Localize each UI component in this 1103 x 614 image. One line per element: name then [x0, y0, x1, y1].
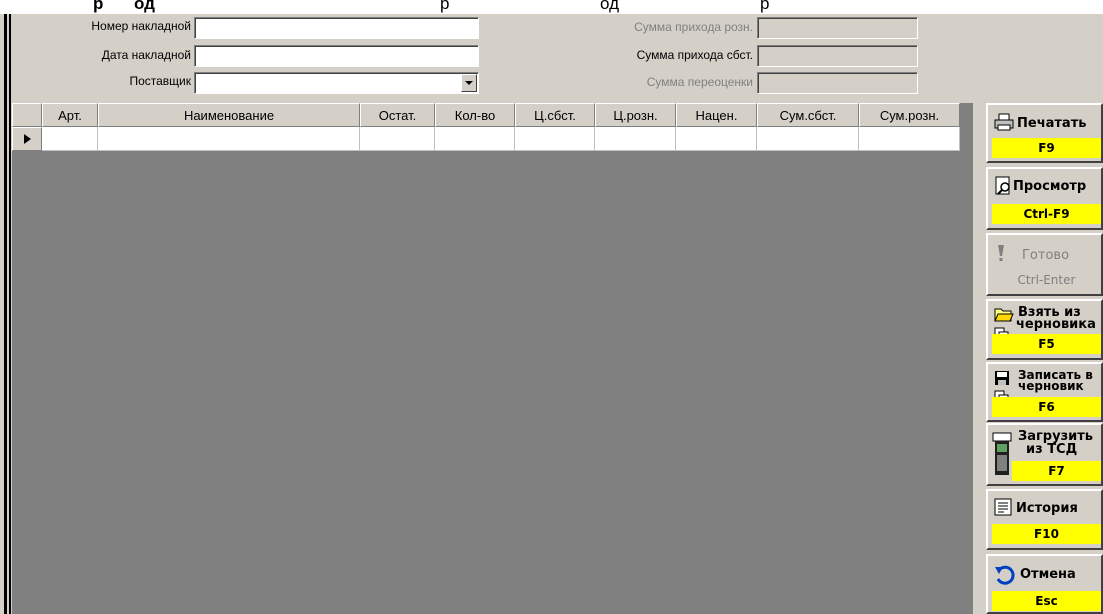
- history-icon: [994, 498, 1012, 516]
- column-header[interactable]: Нацен.: [676, 103, 757, 127]
- grid-cell[interactable]: [360, 127, 435, 151]
- grid-cell[interactable]: [676, 127, 757, 151]
- grid-cell[interactable]: [98, 127, 360, 151]
- done-shortcut: Ctrl-Enter: [992, 270, 1101, 290]
- sum-revaluation-field: [757, 72, 918, 94]
- grid-header: Арт. Наименование Остат. Кол-во Ц.сбст. …: [12, 103, 960, 127]
- load-from-terminal-button[interactable]: Загрузить из ТСД F7: [986, 423, 1103, 486]
- sum-cost-label: Сумма прихода сбст.: [636, 48, 753, 62]
- invoice-number-input[interactable]: [194, 17, 479, 39]
- sum-retail-label: Сумма прихода розн.: [634, 20, 753, 34]
- action-toolbar: Печатать F9 Просмотр Ctrl-F9 Готово Ctrl…: [986, 103, 1103, 614]
- cancel-button[interactable]: Отмена Esc: [986, 554, 1103, 614]
- column-header[interactable]: Наименование: [98, 103, 360, 127]
- load-draft-button[interactable]: Взять из черновика F5: [986, 299, 1103, 360]
- grid-indicator-header: [12, 103, 42, 127]
- preview-button[interactable]: Просмотр Ctrl-F9: [986, 167, 1103, 230]
- column-header[interactable]: Арт.: [42, 103, 98, 127]
- grid-cell[interactable]: [595, 127, 676, 151]
- column-header[interactable]: Ц.сбст.: [515, 103, 595, 127]
- cropped-title-fragment: р: [440, 0, 450, 13]
- current-row-indicator: [12, 127, 42, 151]
- supplier-combobox[interactable]: [194, 72, 479, 94]
- column-header[interactable]: Кол-во: [435, 103, 515, 127]
- row-pointer-icon: [23, 134, 31, 144]
- load-draft-label-line2: черновика: [1016, 317, 1096, 332]
- undo-arrow-icon: [995, 565, 1015, 585]
- save-draft-button[interactable]: Записать в черновик F6: [986, 362, 1103, 422]
- supplier-label: Поставщик: [129, 74, 191, 88]
- open-folder-icon: [994, 308, 1014, 322]
- chevron-down-icon: [465, 80, 473, 85]
- history-shortcut: F10: [992, 524, 1101, 544]
- preview-shortcut: Ctrl-F9: [992, 204, 1101, 224]
- window-border: [9, 14, 11, 614]
- preview-icon: [995, 176, 1010, 195]
- print-button[interactable]: Печатать F9: [986, 103, 1103, 163]
- grid-cell[interactable]: [859, 127, 960, 151]
- sum-cost-field: [757, 45, 918, 67]
- exclamation-icon: [998, 245, 1004, 261]
- invoice-date-input[interactable]: [194, 45, 479, 67]
- invoice-number-label: Номер накладной: [91, 19, 191, 33]
- table-row[interactable]: [12, 127, 960, 151]
- done-button[interactable]: Готово Ctrl-Enter: [986, 233, 1103, 296]
- load-terminal-shortcut: F7: [1012, 461, 1101, 481]
- print-button-label: Печатать: [1017, 116, 1087, 131]
- sum-revaluation-label: Сумма переоценки: [646, 75, 753, 89]
- column-header[interactable]: Ц.розн.: [595, 103, 676, 127]
- cropped-title-fragment: р: [93, 0, 104, 13]
- history-button[interactable]: История F10: [986, 489, 1103, 550]
- window-border: [4, 14, 7, 614]
- preview-button-label: Просмотр: [1013, 179, 1087, 194]
- cropped-title-strip: р од р од р: [0, 0, 1103, 14]
- sum-retail-field: [757, 17, 918, 39]
- grid-cell[interactable]: [515, 127, 595, 151]
- cancel-shortcut: Esc: [992, 591, 1101, 611]
- items-grid[interactable]: Арт. Наименование Остат. Кол-во Ц.сбст. …: [12, 103, 973, 614]
- handheld-terminal-icon: [992, 432, 1012, 475]
- cropped-title-fragment: од: [600, 0, 620, 13]
- load-draft-shortcut: F5: [992, 334, 1101, 354]
- grid-cell[interactable]: [435, 127, 515, 151]
- history-button-label: История: [1016, 501, 1078, 516]
- grid-cell[interactable]: [42, 127, 98, 151]
- invoice-date-label: Дата накладной: [101, 48, 191, 62]
- printer-icon: [994, 113, 1014, 131]
- save-draft-label-line2: черновик: [1018, 379, 1084, 393]
- print-shortcut: F9: [992, 138, 1101, 158]
- cropped-title-fragment: од: [134, 0, 155, 13]
- load-terminal-label-line2: из ТСД: [1026, 442, 1078, 457]
- cancel-button-label: Отмена: [1020, 567, 1076, 582]
- save-draft-shortcut: F6: [992, 397, 1101, 417]
- cropped-title-fragment: р: [760, 0, 770, 13]
- column-header[interactable]: Сум.розн.: [859, 103, 960, 127]
- column-header[interactable]: Остат.: [360, 103, 435, 127]
- floppy-disk-icon: [995, 371, 1009, 385]
- dropdown-arrow-button[interactable]: [461, 74, 477, 92]
- column-header[interactable]: Сум.сбст.: [757, 103, 859, 127]
- grid-cell[interactable]: [757, 127, 859, 151]
- done-button-label: Готово: [1022, 248, 1070, 263]
